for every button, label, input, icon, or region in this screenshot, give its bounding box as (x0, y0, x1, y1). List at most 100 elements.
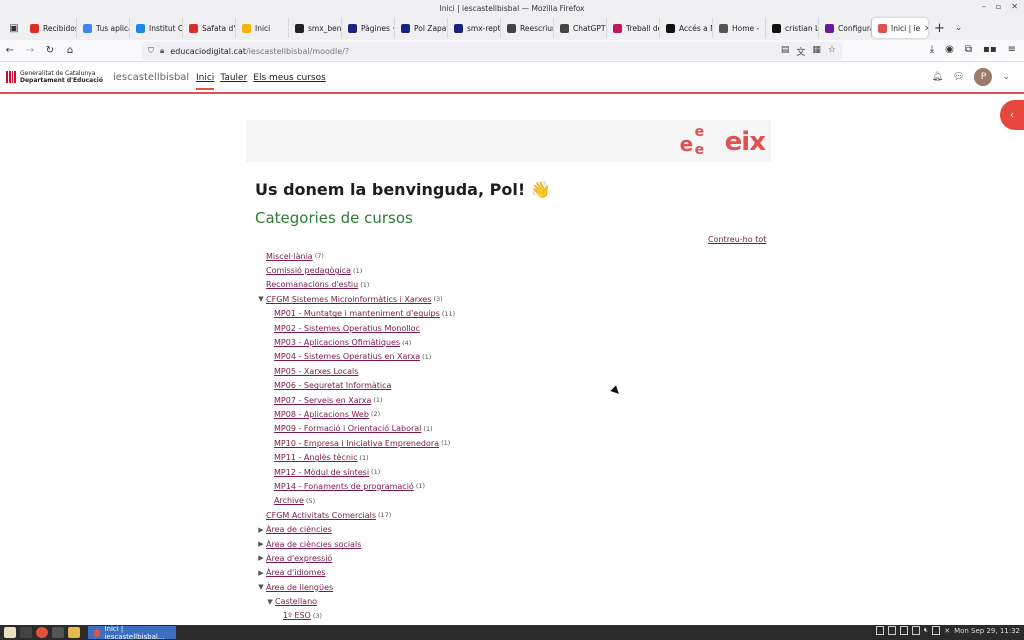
category-link[interactable]: MP01 - Muntatge i manteniment d'equips (274, 309, 440, 318)
category-link[interactable]: Archive (274, 496, 304, 505)
category-link[interactable]: MP11 - Anglès tècnic (274, 453, 358, 462)
caret-down-icon[interactable]: ▼ (256, 583, 266, 591)
tab-9[interactable]: Reescriure (501, 18, 554, 38)
category-link[interactable]: MP14 - Fonaments de programació (274, 482, 414, 491)
extension-icon[interactable]: ⧉ (965, 44, 972, 55)
nav-tauler[interactable]: Tauler (220, 73, 247, 90)
category-link[interactable]: Miscel·lània (266, 252, 313, 261)
tab-14[interactable]: cristian Lo (766, 18, 819, 38)
new-tab-button[interactable]: + (928, 21, 951, 36)
minimize-icon[interactable]: – (982, 2, 986, 11)
tab-11[interactable]: Treball de (607, 18, 660, 38)
tab-7[interactable]: Pol Zapata (395, 18, 448, 38)
category-link[interactable]: Àrea d'idiomes (266, 568, 326, 577)
bookmark-star-icon[interactable]: ☆ (828, 45, 836, 58)
category-link[interactable]: MP10 - Empresa i Iniciativa Emprenedora (274, 439, 439, 448)
tab-12[interactable]: Accés a Mo (660, 18, 713, 38)
category-link[interactable]: MP07 - Serveis en Xarxa (274, 396, 371, 405)
back-icon[interactable]: ← (0, 45, 20, 56)
gencat-logo[interactable]: Generalitat de Catalunya Departament d'E… (6, 70, 103, 84)
caret-right-icon[interactable]: ▶ (256, 540, 266, 548)
category-link[interactable]: MP09 - Formació i Orientació Laboral (274, 424, 421, 433)
tab-15[interactable]: Configura (819, 18, 872, 38)
category-link[interactable]: Castellano (275, 597, 317, 606)
extensions-grid-icon[interactable]: ▦ (812, 45, 821, 58)
category-link[interactable]: MP05 - Xarxes Locals (274, 367, 358, 376)
downloads-icon[interactable]: ⤓ (930, 44, 934, 55)
category-link[interactable]: CFGM Sistemes Microinformàtics i Xarxes (266, 295, 431, 304)
nav-els-meus-cursos[interactable]: Els meus cursos (253, 73, 326, 90)
category-link[interactable]: Comissió pedagògica (266, 266, 351, 275)
tab-1[interactable]: Tus aplicac (77, 18, 130, 38)
network-icon[interactable] (911, 626, 920, 635)
category-link[interactable]: MP12 - Mòdul de síntesi (274, 468, 369, 477)
mute-icon[interactable]: ✕ (944, 627, 950, 635)
tab-list-icon[interactable]: ⌄ (951, 23, 967, 33)
apps-icon[interactable]: ▪▪ (983, 44, 997, 55)
category-link[interactable]: MP08 - Aplicacions Web (274, 410, 369, 419)
chevron-down-icon[interactable]: ⌄ (1002, 72, 1010, 82)
taskbar-firefox-window[interactable]: Inici | iescastellbisbal... (88, 625, 176, 640)
caret-down-icon[interactable]: ▼ (265, 598, 275, 606)
category-link[interactable]: Recomanacions d'estiu (266, 280, 358, 289)
account-icon[interactable]: ◉ (945, 44, 954, 55)
tab-8[interactable]: smx-repte (448, 18, 501, 38)
category-link[interactable]: Àrea d'expressió (266, 554, 332, 563)
folder-icon[interactable] (68, 627, 80, 638)
avatar[interactable]: P (974, 68, 993, 86)
tab-4[interactable]: Inici (236, 18, 289, 38)
terminal-icon[interactable] (20, 627, 32, 638)
category-link[interactable]: Àrea de llengües (266, 583, 333, 592)
reader-view-icon[interactable]: ▤ (781, 45, 790, 58)
drawer-toggle-button[interactable]: ‹ (1000, 100, 1024, 130)
category-link[interactable]: Àrea de ciències (266, 525, 332, 534)
tab-favicon-icon (348, 23, 357, 33)
caret-down-icon[interactable]: ▼ (256, 295, 266, 303)
firefox-icon[interactable] (36, 627, 48, 638)
category-link[interactable]: 1º ESO (283, 611, 311, 620)
menu-icon[interactable]: ≡ (1008, 44, 1016, 55)
clipboard-icon[interactable] (875, 626, 884, 635)
tab-2[interactable]: Institut Ca (130, 18, 183, 38)
translate-icon[interactable]: 文 (796, 45, 805, 58)
category-link[interactable]: MP02 - Sistemes Operatius Monolloc (274, 324, 420, 333)
category-link[interactable]: MP04 - Sistemes Operatius en Xarxa (274, 352, 420, 361)
clock[interactable]: Mon Sep 29, 11:32 (954, 627, 1020, 635)
maximize-icon[interactable]: ▫ (996, 2, 1001, 11)
forward-icon[interactable]: → (20, 45, 40, 56)
messages-icon[interactable]: 💬︎ (953, 72, 964, 82)
tab-10[interactable]: ChatGPT (554, 18, 607, 38)
battery-icon[interactable] (932, 626, 941, 635)
notifications-bell-icon[interactable]: 🔔︎ (932, 72, 943, 82)
tab-overview-icon[interactable]: ▣ (4, 23, 24, 34)
start-menu-icon[interactable] (4, 627, 16, 638)
tab-6[interactable]: Pàgines · (342, 18, 395, 38)
category-link[interactable]: CFGM Activitats Comercials (266, 511, 376, 520)
close-window-icon[interactable]: ✕ (1011, 2, 1018, 11)
home-icon[interactable]: ⌂ (60, 45, 80, 56)
collapse-all-link[interactable]: Contreu-ho tot (708, 235, 766, 244)
volume-icon[interactable]: 🔇︎ (924, 626, 928, 635)
bluetooth-icon[interactable] (899, 626, 908, 635)
tab-16[interactable]: Inici | ie ✕ (872, 18, 928, 38)
lock-icon[interactable]: 🔒︎ (160, 46, 164, 56)
tab-3[interactable]: Safata d'e (183, 18, 236, 38)
caret-right-icon[interactable]: ▶ (256, 554, 266, 562)
reload-icon[interactable]: ↻ (40, 45, 60, 56)
url-bar[interactable]: ⛉ 🔒︎ educaciodigital.cat/iescastellbisba… (142, 42, 842, 60)
nav-inici[interactable]: Inici (196, 73, 215, 90)
tab-favicon-icon (454, 23, 463, 33)
keyboard-icon[interactable] (887, 626, 896, 635)
caret-right-icon[interactable]: ▶ (256, 526, 266, 534)
tab-5[interactable]: smx_benv (289, 18, 342, 38)
site-name[interactable]: iescastellbisbal (113, 72, 189, 83)
tab-label: Home - (732, 23, 760, 33)
tab-13[interactable]: Home - (713, 18, 766, 38)
caret-right-icon[interactable]: ▶ (256, 569, 266, 577)
shield-icon[interactable]: ⛉ (148, 46, 154, 56)
category-link[interactable]: MP06 - Seguretat Informàtica (274, 381, 391, 390)
category-link[interactable]: MP03 - Aplicacions Ofimàtiques (274, 338, 400, 347)
launcher-icon[interactable] (52, 627, 64, 638)
category-link[interactable]: Àrea de ciències socials (266, 540, 361, 549)
tab-0[interactable]: Recibidos (24, 18, 77, 38)
